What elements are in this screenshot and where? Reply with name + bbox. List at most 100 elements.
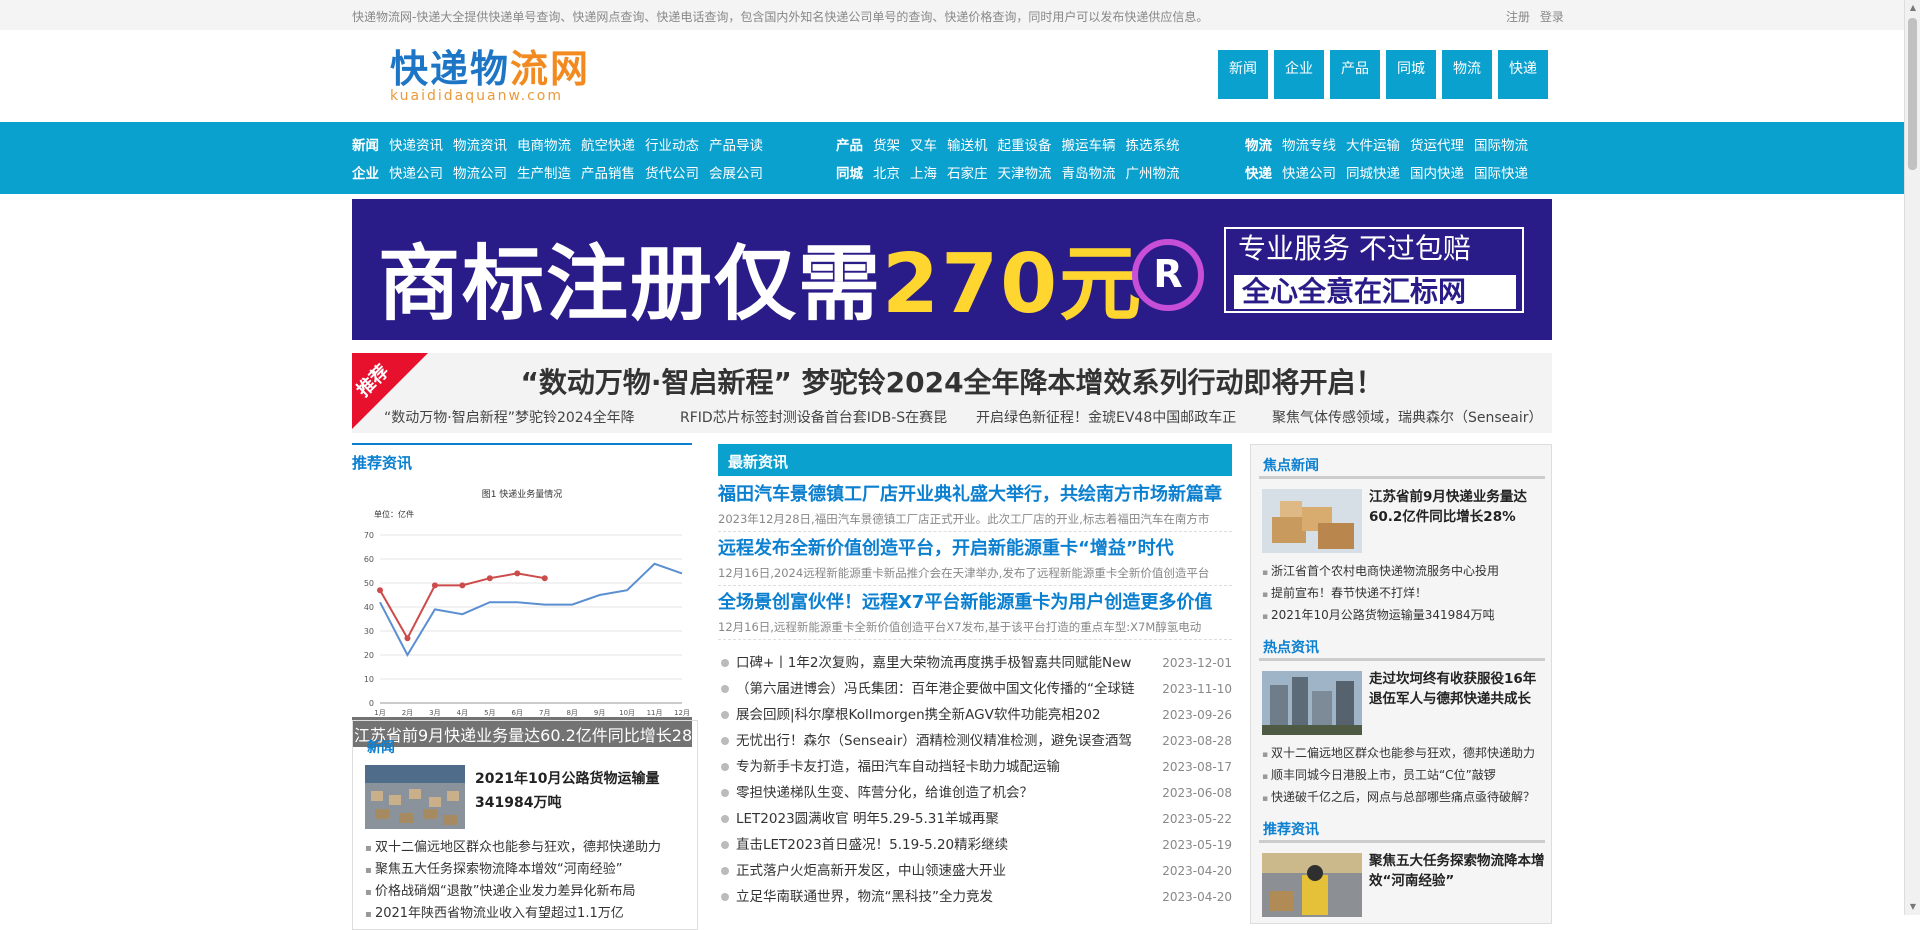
- list-item[interactable]: 立足华南联通世界，物流“黑科技”全力竞发 2023-04-20: [718, 884, 1232, 910]
- news-thumbnail[interactable]: [365, 765, 465, 829]
- recommend-news-section: 推荐资讯 聚焦五大任务探索物流降本增效“河南经验”: [1259, 813, 1545, 917]
- nav-head-city[interactable]: 同城: [836, 162, 863, 182]
- nav-link[interactable]: 物流专线: [1282, 134, 1336, 154]
- list-item[interactable]: 专为新手卡友打造，福田汽车自动挡轻卡助力城配运输 2023-08-17: [718, 754, 1232, 780]
- list-item[interactable]: （第六届进博会）冯氏集团：百年港企要做中国文化传播的“全球链 2023-11-10: [718, 676, 1232, 702]
- hot-news-thumbnail[interactable]: [1262, 671, 1362, 735]
- nav-head-product[interactable]: 产品: [836, 134, 863, 154]
- nav-link[interactable]: 石家庄: [947, 162, 988, 182]
- scrollbar-thumb[interactable]: [1908, 18, 1917, 170]
- nav-link[interactable]: 电商物流: [517, 134, 571, 154]
- page-scrollbar[interactable]: ▲ ▼: [1904, 0, 1920, 915]
- nav-link[interactable]: 青岛物流: [1062, 162, 1116, 182]
- focus-news-feature[interactable]: 江苏省前9月快递业务量达60.2亿件同比增长28%: [1369, 487, 1545, 527]
- list-item[interactable]: 双十二偏远地区群众也能参与狂欢，德邦快递助力: [1262, 743, 1535, 765]
- list-item[interactable]: 零担快递梯队生变、阵营分化，给谁创造了机会？ 2023-06-08: [718, 780, 1232, 806]
- list-item[interactable]: 浙江省首个农村电商快递物流服务中心投用: [1262, 561, 1499, 583]
- nav-head-news[interactable]: 新闻: [352, 134, 379, 154]
- nav-group-city: 同城 北京 上海 石家庄 天津物流 青岛物流 广州物流: [836, 162, 1190, 182]
- nav-link[interactable]: 生产制造: [517, 162, 571, 182]
- nav-link[interactable]: 快递公司: [389, 162, 443, 182]
- chart-data-point: [431, 582, 438, 589]
- nav-link[interactable]: 货运代理: [1410, 134, 1464, 154]
- nav-link[interactable]: 输送机: [947, 134, 988, 154]
- nav-link[interactable]: 国际快递: [1474, 162, 1528, 182]
- recommend-sub-link[interactable]: RFID芯片标签封测设备首台套IDB-S在赛昆: [680, 407, 976, 427]
- list-item[interactable]: 展会回顾|科尔摩根Kollmorgen携全新AGV软件功能亮相202 2023-0…: [718, 702, 1232, 728]
- recommend-headline[interactable]: “数动万物·智启新程” 梦驼铃2024全年降本增效系列行动即将开启！: [352, 361, 1552, 401]
- list-item[interactable]: 无忧出行！森尔（Senseair）酒精检测仪精准检测，避免误查酒驾 2023-08…: [718, 728, 1232, 754]
- recommend-news-thumbnail[interactable]: [1262, 853, 1362, 917]
- nav-head-company[interactable]: 企业: [352, 162, 379, 182]
- nav-link[interactable]: 天津物流: [998, 162, 1052, 182]
- nav-head-express[interactable]: 快递: [1245, 162, 1272, 182]
- nav-link[interactable]: 拣选系统: [1126, 134, 1180, 154]
- list-item[interactable]: 双十二偏远地区群众也能参与狂欢，德邦快递助力: [365, 837, 661, 859]
- nav-link[interactable]: 货代公司: [645, 162, 699, 182]
- nav-link[interactable]: 国际物流: [1474, 134, 1528, 154]
- list-item[interactable]: 2021年10月公路货物运输量341984万吨: [1262, 605, 1499, 627]
- category-button-logistics[interactable]: 物流: [1442, 50, 1492, 99]
- list-item-title: 正式落户火炬高新开发区，中山领速盛大开业: [736, 863, 1006, 879]
- hot-news-feature[interactable]: 走过坎坷终有收获服役16年退伍军人与德邦快递共成长: [1369, 669, 1545, 709]
- nav-link[interactable]: 国内快递: [1410, 162, 1464, 182]
- list-item[interactable]: 价格战硝烟“退散”快递企业发力差异化新布局: [365, 881, 661, 903]
- nav-head-logistics[interactable]: 物流: [1245, 134, 1272, 154]
- nav-link[interactable]: 会展公司: [709, 162, 763, 182]
- nav-link[interactable]: 大件运输: [1346, 134, 1400, 154]
- nav-link[interactable]: 北京: [873, 162, 900, 182]
- category-button-city[interactable]: 同城: [1386, 50, 1436, 99]
- chart-x-tick-label: 12月: [674, 709, 690, 717]
- list-item[interactable]: LET2023圆满收官 明年5.29-5.31羊城再聚 2023-05-22: [718, 806, 1232, 832]
- list-item[interactable]: 直击LET2023首日盛况！5.19-5.20精彩继续 2023-05-19: [718, 832, 1232, 858]
- nav-link[interactable]: 广州物流: [1126, 162, 1180, 182]
- nav-link[interactable]: 航空快递: [581, 134, 635, 154]
- list-item[interactable]: 快递破千亿之后，网点与总部哪些痛点亟待破解？: [1262, 787, 1535, 809]
- scroll-up-icon[interactable]: ▲: [1908, 3, 1918, 13]
- category-button-news[interactable]: 新闻: [1218, 50, 1268, 99]
- nav-link[interactable]: 起重设备: [998, 134, 1052, 154]
- chart-data-point: [486, 575, 493, 582]
- trademark-ad-banner[interactable]: 商标注册仅需270元 R 专业服务 不过包赔 全心全意在汇标网: [352, 199, 1552, 340]
- register-link[interactable]: 注册: [1506, 10, 1530, 24]
- nav-link[interactable]: 物流资讯: [453, 134, 507, 154]
- list-item[interactable]: 提前宣布！春节快递不打烊！: [1262, 583, 1499, 605]
- list-item-date: 2023-09-26: [1162, 708, 1232, 722]
- nav-link[interactable]: 快递公司: [1282, 162, 1336, 182]
- featured-news-title[interactable]: 福田汽车景德镇工厂店开业典礼盛大举行，共绘南方市场新篇章: [718, 482, 1232, 508]
- recommend-sub-link[interactable]: “数动万物·智启新程”梦驼铃2024全年降: [384, 407, 680, 427]
- scroll-down-icon[interactable]: ▼: [1908, 902, 1918, 912]
- category-button-express[interactable]: 快递: [1498, 50, 1548, 99]
- chart-x-tick-label: 8月: [566, 709, 577, 717]
- middle-column: 最新资讯 福田汽车景德镇工厂店开业典礼盛大举行，共绘南方市场新篇章 2023年1…: [718, 444, 1232, 910]
- category-button-product[interactable]: 产品: [1330, 50, 1380, 99]
- list-item[interactable]: 口碑+丨1年2次复购，嘉里大荣物流再度携手极智嘉共同赋能New 2023-12-0…: [718, 650, 1232, 676]
- nav-link[interactable]: 产品导读: [709, 134, 763, 154]
- nav-link[interactable]: 货架: [873, 134, 900, 154]
- recommend-sub-link[interactable]: 开启绿色新征程！金琥EV48中国邮政车正: [976, 407, 1272, 427]
- nav-link[interactable]: 叉车: [910, 134, 937, 154]
- recommend-sub-link[interactable]: 聚焦气体传感领域，瑞典森尔（Senseair）: [1272, 407, 1568, 427]
- login-link[interactable]: 登录: [1540, 10, 1564, 24]
- list-item[interactable]: 正式落户火炬高新开发区，中山领速盛大开业 2023-04-20: [718, 858, 1232, 884]
- nav-link[interactable]: 快递资讯: [389, 134, 443, 154]
- category-button-company[interactable]: 企业: [1274, 50, 1324, 99]
- recommend-chart-card[interactable]: 图1 快递业务量情况 单位：亿件 0 10 20 30 40 50 60 70 1月 2月 3月 4月 5月…: [352, 477, 692, 747]
- recommend-news-right-feature[interactable]: 聚焦五大任务探索物流降本增效“河南经验”: [1369, 851, 1545, 891]
- chart-y-tick-label: 10: [364, 675, 374, 684]
- site-logo[interactable]: 快递物流网 kuaididaquanw.com: [390, 48, 620, 104]
- nav-link[interactable]: 上海: [910, 162, 937, 182]
- nav-link[interactable]: 物流公司: [453, 162, 507, 182]
- list-item[interactable]: 顺丰同城今日港股上市，员工站“C位”敲锣: [1262, 765, 1535, 787]
- featured-news-title[interactable]: 全场景创富伙伴！远程X7平台新能源重卡为用户创造更多价值: [718, 590, 1232, 616]
- list-item[interactable]: 2021年陕西省物流业收入有望超过1.1万亿: [365, 903, 661, 925]
- list-item[interactable]: 聚焦五大任务探索物流降本增效“河南经验”: [365, 859, 661, 881]
- nav-link[interactable]: 同城快递: [1346, 162, 1400, 182]
- left-news-feature[interactable]: 2021年10月公路货物运输量341984万吨: [475, 767, 675, 815]
- nav-link[interactable]: 搬运车辆: [1062, 134, 1116, 154]
- nav-link[interactable]: 产品销售: [581, 162, 635, 182]
- focus-news-thumbnail[interactable]: [1262, 489, 1362, 553]
- nav-group-company: 企业 快递公司 物流公司 生产制造 产品销售 货代公司 会展公司: [352, 162, 773, 182]
- featured-news-title[interactable]: 远程发布全新价值创造平台，开启新能源重卡“增益”时代: [718, 536, 1232, 562]
- nav-link[interactable]: 行业动态: [645, 134, 699, 154]
